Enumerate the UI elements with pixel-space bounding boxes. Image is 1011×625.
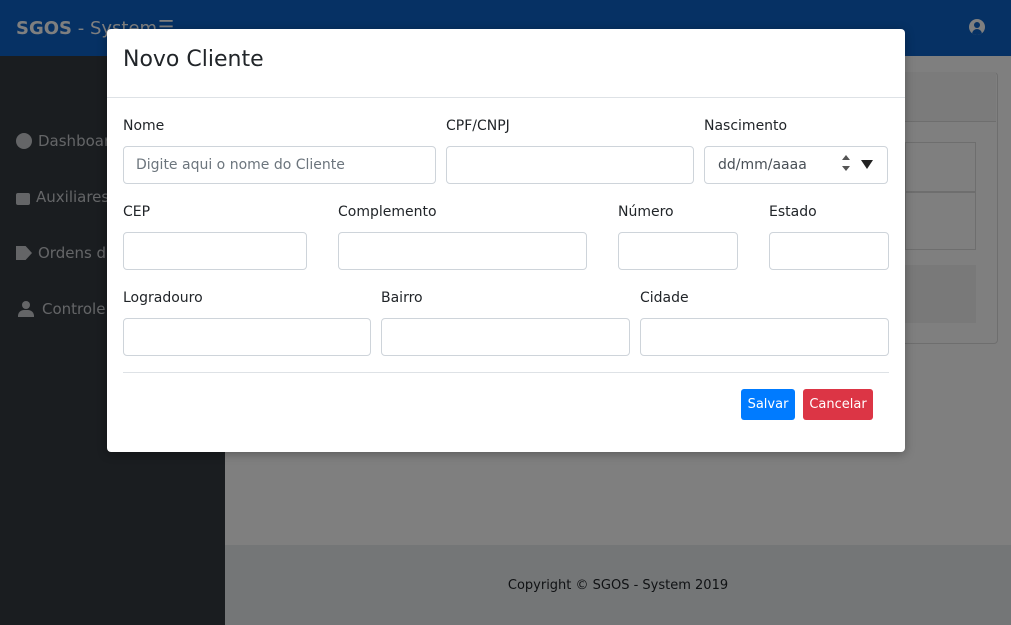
- spin-down-icon[interactable]: [842, 166, 850, 171]
- bairro-label: Bairro: [381, 290, 423, 306]
- modal-header: Novo Cliente: [107, 29, 905, 98]
- new-client-modal: Novo Cliente Nome CPF/CNPJ Nascimento dd…: [107, 29, 905, 452]
- spin-up-icon[interactable]: [842, 155, 850, 160]
- nascimento-label: Nascimento: [704, 118, 788, 134]
- nome-input[interactable]: [123, 146, 436, 184]
- date-spinner[interactable]: [840, 154, 852, 176]
- calendar-dropdown-icon[interactable]: [861, 160, 873, 169]
- cep-input[interactable]: [123, 232, 307, 270]
- date-placeholder: dd/mm/aaaa: [718, 157, 807, 173]
- cep-label: CEP: [123, 204, 151, 220]
- complemento-label: Complemento: [338, 204, 437, 220]
- numero-input[interactable]: [618, 232, 738, 270]
- logradouro-input[interactable]: [123, 318, 371, 356]
- cpf-label: CPF/CNPJ: [446, 118, 510, 134]
- bairro-input[interactable]: [381, 318, 630, 356]
- logradouro-label: Logradouro: [123, 290, 203, 306]
- nome-label: Nome: [123, 118, 165, 134]
- cpf-input[interactable]: [446, 146, 694, 184]
- estado-input[interactable]: [769, 232, 889, 270]
- numero-label: Número: [618, 204, 674, 220]
- cidade-label: Cidade: [640, 290, 689, 306]
- save-button[interactable]: Salvar: [741, 389, 795, 420]
- divider: [123, 372, 889, 373]
- modal-title: Novo Cliente: [123, 47, 264, 72]
- cancel-button[interactable]: Cancelar: [803, 389, 873, 420]
- nascimento-date-input[interactable]: dd/mm/aaaa: [704, 146, 888, 184]
- cidade-input[interactable]: [640, 318, 889, 356]
- estado-label: Estado: [769, 204, 817, 220]
- complemento-input[interactable]: [338, 232, 587, 270]
